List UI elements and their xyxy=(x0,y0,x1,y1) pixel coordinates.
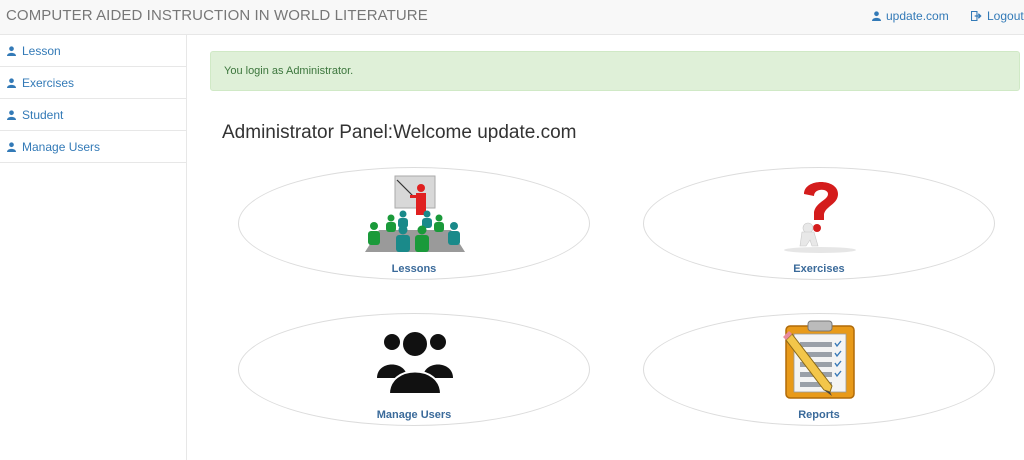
user-icon xyxy=(7,109,16,120)
clipboard-report-icon xyxy=(783,320,855,399)
lesson-classroom-icon xyxy=(365,175,465,252)
logout-link-label: Logout xyxy=(987,9,1024,23)
sidebar-item-label: Exercises xyxy=(22,75,75,90)
sidebar: Lesson Exercises Student Manage Users xyxy=(0,35,187,460)
sidebar-item-manage-users[interactable]: Manage Users xyxy=(0,131,186,163)
page-title: Administrator Panel:Welcome update.com xyxy=(222,122,577,143)
user-link-label: update.com xyxy=(886,9,949,23)
user-icon xyxy=(7,45,16,56)
sidebar-item-lesson[interactable]: Lesson xyxy=(0,35,186,67)
reports-tile-label: Reports xyxy=(798,409,840,421)
sidebar-item-label: Student xyxy=(22,107,64,122)
lessons-tile-label: Lessons xyxy=(391,263,437,275)
top-navbar: COMPUTER AIDED INSTRUCTION IN WORLD LITE… xyxy=(0,0,1024,35)
login-alert: You login as Administrator. xyxy=(210,51,1020,91)
reports-tile[interactable]: Reports xyxy=(643,313,995,426)
users-group-icon xyxy=(377,330,453,395)
sidebar-item-student[interactable]: Student xyxy=(0,99,186,131)
exercises-tile[interactable]: Exercises xyxy=(643,167,995,280)
user-icon xyxy=(7,77,16,88)
login-alert-text: You login as Administrator. xyxy=(224,65,354,77)
user-icon xyxy=(7,141,16,152)
question-mark-figure-icon xyxy=(784,182,856,253)
exercises-tile-label: Exercises xyxy=(793,263,845,275)
logout-link[interactable]: Logout xyxy=(971,9,1024,23)
lessons-tile[interactable]: Lessons xyxy=(238,167,590,280)
sidebar-item-exercises[interactable]: Exercises xyxy=(0,67,186,99)
logout-icon xyxy=(971,11,982,21)
manage-users-tile-label: Manage Users xyxy=(376,409,452,421)
manage-users-tile[interactable]: Manage Users xyxy=(238,313,590,426)
sidebar-item-label: Manage Users xyxy=(22,139,101,154)
app-title[interactable]: COMPUTER AIDED INSTRUCTION IN WORLD LITE… xyxy=(6,7,428,24)
user-icon xyxy=(872,11,881,21)
sidebar-item-label: Lesson xyxy=(22,43,61,58)
user-link[interactable]: update.com xyxy=(872,9,949,23)
